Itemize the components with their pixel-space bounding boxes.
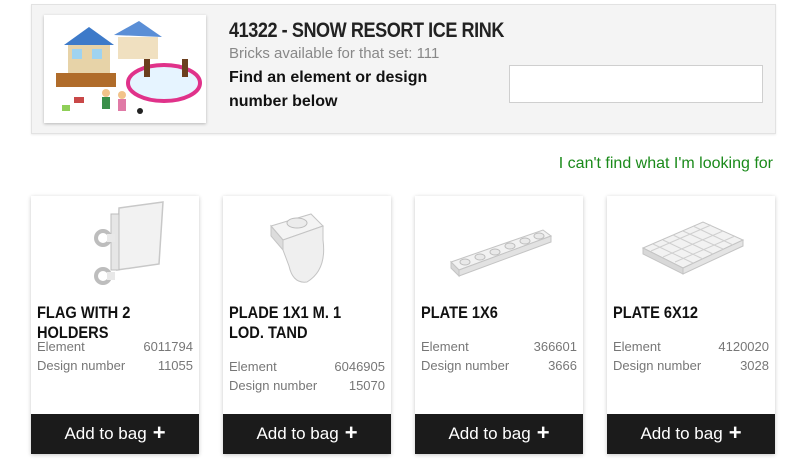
element-number: 4120020: [718, 339, 769, 354]
element-number: 6046905: [334, 359, 385, 374]
add-to-bag-button[interactable]: Add to bag +: [223, 414, 391, 454]
design-label: Design number: [421, 358, 510, 373]
cant-find-link[interactable]: I can't find what I'm looking for: [559, 155, 773, 173]
plus-icon: +: [344, 420, 358, 445]
design-number: 11055: [157, 358, 193, 373]
product-title: FLAG WITH 2 HOLDERS: [37, 303, 131, 342]
design-row: Design number 3028: [613, 358, 769, 376]
design-number: 3028: [740, 358, 769, 373]
element-row: Element 6011794: [37, 339, 193, 357]
element-number: 6011794: [143, 339, 193, 354]
add-to-bag-label: Add to bag: [256, 424, 339, 443]
element-number: 366601: [533, 339, 577, 354]
design-row: Design number 15070: [229, 378, 385, 396]
product-image: [607, 196, 775, 296]
add-to-bag-button[interactable]: Add to bag +: [415, 414, 583, 454]
element-row: Element 4120020: [613, 339, 769, 357]
element-label: Element: [613, 339, 661, 354]
bricks-available-text: Bricks available for that set: 111: [229, 45, 440, 62]
plus-icon: +: [728, 420, 742, 445]
add-to-bag-label: Add to bag: [640, 424, 723, 443]
element-label: Element: [421, 339, 469, 354]
set-thumbnail-image: [44, 15, 206, 123]
add-to-bag-label: Add to bag: [448, 424, 531, 443]
find-element-label: Find an element or design number below: [229, 69, 428, 110]
product-image: [223, 196, 391, 296]
design-row: Design number 11055: [37, 358, 193, 376]
set-title: 41322 - SNOW RESORT ICE RINK: [229, 19, 504, 42]
element-label: Element: [37, 339, 85, 354]
element-search-input[interactable]: [509, 65, 763, 103]
design-number: 3666: [548, 358, 577, 373]
element-label: Element: [229, 359, 277, 374]
product-card: FLAG WITH 2 HOLDERS Element 6011794 Desi…: [31, 196, 199, 454]
design-row: Design number 3666: [421, 358, 577, 376]
product-title: PLATE 1X6: [421, 303, 498, 322]
design-label: Design number: [37, 358, 126, 373]
product-image: [415, 196, 583, 296]
design-label: Design number: [229, 378, 318, 393]
set-header-panel: 41322 - SNOW RESORT ICE RINK Bricks avai…: [31, 4, 776, 134]
product-card: PLATE 6X12 Element 4120020 Design number…: [607, 196, 775, 454]
add-to-bag-label: Add to bag: [64, 424, 147, 443]
design-label: Design number: [613, 358, 702, 373]
product-title: PLATE 6X12: [613, 303, 699, 322]
add-to-bag-button[interactable]: Add to bag +: [607, 414, 775, 454]
plus-icon: +: [536, 420, 550, 445]
design-number: 15070: [348, 378, 385, 393]
product-title: PLADE 1X1 M. 1 LOD. TAND: [229, 303, 342, 342]
product-card: PLATE 1X6 Element 366601 Design number 3…: [415, 196, 583, 454]
add-to-bag-button[interactable]: Add to bag +: [31, 414, 199, 454]
plus-icon: +: [152, 420, 166, 445]
element-row: Element 366601: [421, 339, 577, 357]
product-card: PLADE 1X1 M. 1 LOD. TAND Element 6046905…: [223, 196, 391, 454]
product-image: [31, 196, 199, 296]
element-row: Element 6046905: [229, 359, 385, 377]
